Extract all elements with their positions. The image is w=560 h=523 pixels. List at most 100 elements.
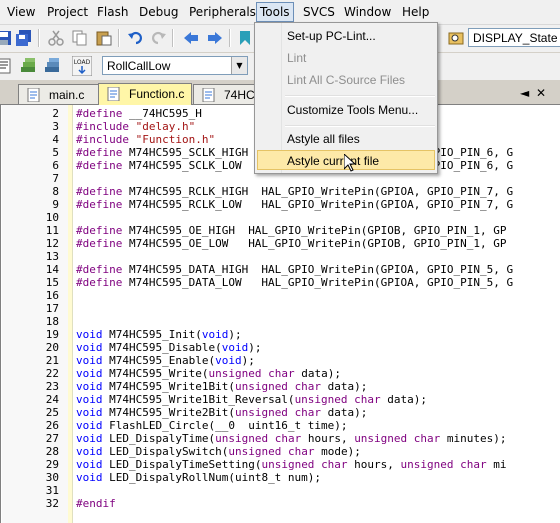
code-text: void M74HC595_Disable(void); [76, 341, 262, 354]
navigate-back-icon[interactable] [183, 30, 199, 46]
target-select[interactable]: RollCallLow ▼ [102, 56, 248, 75]
paste-icon[interactable] [96, 30, 112, 46]
menu-svcs[interactable]: SVCS [300, 3, 338, 21]
menu-item-customize-tools-menu[interactable]: Customize Tools Menu... [257, 100, 435, 120]
code-text: void M74HC595_Write2Bit(unsigned char da… [76, 406, 368, 419]
line-number: 27 [45, 432, 59, 445]
code-text: void LED_DispalySwitch(unsigned char mod… [76, 445, 361, 458]
cut-icon[interactable] [48, 30, 64, 46]
code-line[interactable]: 18 [1, 315, 560, 328]
code-line[interactable]: 29 void LED_DispalyTimeSetting(unsigned c… [1, 458, 560, 471]
line-number: 18 [45, 315, 59, 328]
line-number: 7 [52, 172, 59, 185]
line-number: 31 [45, 484, 59, 497]
code-line[interactable]: 22 void M74HC595_Write(unsigned char data… [1, 367, 560, 380]
code-line[interactable]: 13 [1, 250, 560, 263]
code-line[interactable]: 32 #endif [1, 497, 560, 510]
tab-74hc595[interactable]: 74HC5 [193, 84, 261, 104]
code-line[interactable]: 19 void M74HC595_Init(void); [1, 328, 560, 341]
toolbar-separator [172, 29, 174, 47]
build-icon[interactable] [20, 58, 36, 74]
menu-item-label: Set-up PC-Lint... [287, 29, 376, 43]
line-number: 15 [45, 276, 59, 289]
menu-view[interactable]: View [4, 3, 38, 21]
navigate-forward-icon[interactable] [207, 30, 223, 46]
tab-function-c[interactable]: Function.c [98, 83, 192, 105]
line-number: 26 [45, 419, 59, 432]
code-text: void M74HC595_Enable(void); [76, 354, 255, 367]
line-number: 30 [45, 471, 59, 484]
code-line[interactable]: 27 void LED_DispalyTime(unsigned char hou… [1, 432, 560, 445]
menu-item-lint: Lint [257, 48, 435, 68]
rebuild-icon[interactable] [44, 58, 60, 74]
code-text: #define M74HC595_OE_LOW HAL_GPIO_WritePi… [76, 237, 507, 250]
menu-peripherals[interactable]: Peripherals [186, 3, 259, 21]
c-file-icon [107, 87, 120, 101]
load-download-icon[interactable]: LOAD [72, 56, 92, 76]
menu-separator [285, 95, 435, 97]
menu-item-astyle-all-files[interactable]: Astyle all files [257, 129, 435, 149]
code-text: #include "delay.h" [76, 120, 196, 133]
code-line[interactable]: 16 [1, 289, 560, 302]
c-file-icon [27, 88, 40, 102]
bookmark-icon[interactable] [237, 30, 253, 46]
tab-main-c[interactable]: main.c [18, 84, 102, 104]
code-line[interactable]: 24 void M74HC595_Write1Bit_Reversal(unsig… [1, 393, 560, 406]
find-symbol-icon[interactable] [448, 30, 464, 46]
code-line[interactable]: 26 void FlashLED_Circle(__0 uint16_t time… [1, 419, 560, 432]
code-line[interactable]: 28 void LED_DispalySwitch(unsigned char m… [1, 445, 560, 458]
menu-item-lint-all-c-source: Lint All C-Source Files [257, 70, 435, 90]
code-line[interactable]: 23 void M74HC595_Write1Bit(unsigned char … [1, 380, 560, 393]
toolbar-separator [118, 29, 120, 47]
code-line[interactable]: 17 [1, 302, 560, 315]
tab-scroll-left-icon[interactable]: ◄ [520, 86, 529, 100]
line-number: 10 [45, 211, 59, 224]
copy-icon[interactable] [72, 30, 88, 46]
menu-item-setup-pc-lint[interactable]: Set-up PC-Lint... [257, 26, 435, 46]
code-line[interactable]: 20 void M74HC595_Disable(void); [1, 341, 560, 354]
code-text: void M74HC595_Write1Bit_Reversal(unsigne… [76, 393, 428, 406]
display-state-combo[interactable]: DISPLAY_State [468, 28, 560, 47]
line-number: 5 [52, 146, 59, 159]
translate-icon[interactable] [0, 58, 12, 74]
code-text: #define __74HC595_H [76, 107, 202, 120]
menu-window[interactable]: Window [341, 3, 394, 21]
code-line[interactable]: 14 #define M74HC595_DATA_HIGH HAL_GPIO_Wr… [1, 263, 560, 276]
code-text: #endif [76, 497, 116, 510]
tab-label: Function.c [129, 87, 185, 101]
tab-label: main.c [49, 88, 85, 102]
code-line[interactable]: 31 [1, 484, 560, 497]
line-number: 22 [45, 367, 59, 380]
svg-text:LOAD: LOAD [74, 59, 91, 66]
save-icon[interactable] [0, 30, 12, 46]
chevron-down-icon[interactable]: ▼ [231, 57, 247, 74]
menu-tools[interactable]: Tools [256, 2, 294, 22]
h-file-icon [202, 88, 215, 102]
code-line[interactable]: 9 #define M74HC595_RCLK_LOW HAL_GPIO_Writ… [1, 198, 560, 211]
undo-icon[interactable] [128, 30, 144, 46]
code-line[interactable]: 10 [1, 211, 560, 224]
code-text: #define M74HC595_RCLK_HIGH HAL_GPIO_Writ… [76, 185, 514, 198]
menu-item-label: Lint [287, 51, 307, 65]
line-number: 3 [52, 120, 59, 133]
code-line[interactable]: 8 #define M74HC595_RCLK_HIGH HAL_GPIO_Wri… [1, 185, 560, 198]
code-line[interactable]: 30 void LED_DispalyRollNum(uint8_t num); [1, 471, 560, 484]
code-line[interactable]: 15 #define M74HC595_DATA_LOW HAL_GPIO_Wri… [1, 276, 560, 289]
code-line[interactable]: 21 void M74HC595_Enable(void); [1, 354, 560, 367]
menu-debug[interactable]: Debug [136, 3, 181, 21]
close-tab-icon[interactable]: ✕ [536, 86, 546, 100]
mouse-pointer-icon [344, 154, 356, 172]
menu-help[interactable]: Help [399, 3, 432, 21]
menu-flash[interactable]: Flash [94, 3, 131, 21]
redo-icon[interactable] [150, 30, 166, 46]
code-line[interactable]: 25 void M74HC595_Write2Bit(unsigned char … [1, 406, 560, 419]
save-all-icon[interactable] [16, 30, 32, 46]
code-line[interactable]: 11 #define M74HC595_OE_HIGH HAL_GPIO_Writ… [1, 224, 560, 237]
line-number: 17 [45, 302, 59, 315]
code-text: void M74HC595_Write(unsigned char data); [76, 367, 341, 380]
menu-project[interactable]: Project [44, 3, 91, 21]
code-text: #define M74HC595_RCLK_LOW HAL_GPIO_Write… [76, 198, 514, 211]
code-text: void M74HC595_Init(void); [76, 328, 242, 341]
code-line[interactable]: 12 #define M74HC595_OE_LOW HAL_GPIO_Write… [1, 237, 560, 250]
code-text: #define M74HC595_DATA_HIGH HAL_GPIO_Writ… [76, 263, 514, 276]
